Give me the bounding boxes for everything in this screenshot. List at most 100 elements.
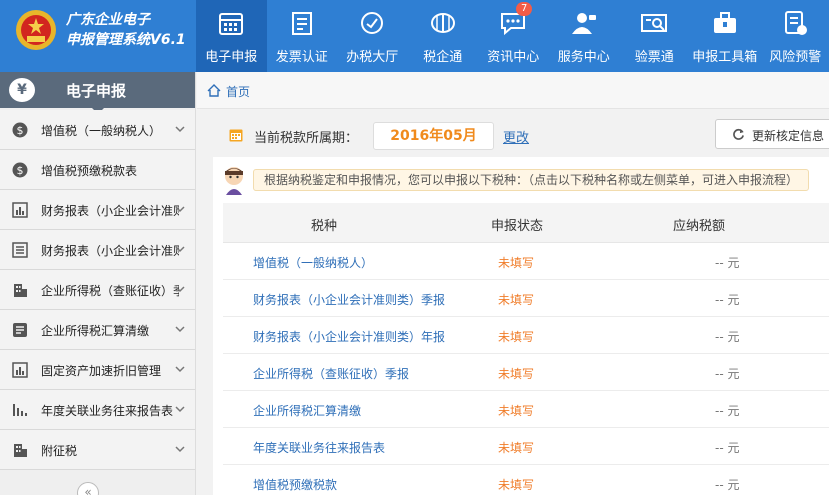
tax-period-bar: 当前税款所属期： 2016年05月 更改 更新核定信息 [197, 109, 829, 159]
calendar-icon [229, 129, 243, 142]
building-icon [14, 444, 27, 457]
nav-item-news-center[interactable]: 7 资讯中心 [478, 0, 549, 72]
table-row: 企业所得税汇算清缴 未填写 -- 元 [223, 391, 829, 428]
column-header-status: 申报状态 [491, 219, 544, 234]
table-row: 企业所得税（查账征收）季报 未填写 -- 元 [223, 354, 829, 391]
sidebar: ¥ 电子申报 $ 增值税（一般纳税人） $ 增值税预缴税款表 财务报表（小企业会… [0, 72, 196, 495]
bar-chart-icon [12, 362, 28, 378]
table-header: 税种 申报状态 应纳税额 [223, 203, 829, 243]
invoice-icon [291, 12, 312, 35]
tax-amount: -- 元 [715, 367, 740, 381]
sidebar-item-financial-annual[interactable]: 财务报表（小企业会计准则 [0, 230, 195, 270]
svg-text:$: $ [17, 164, 24, 177]
nav-label: 税企通 [423, 50, 463, 65]
column-header-tax-type: 税种 [311, 219, 338, 234]
sidebar-header: ¥ 电子申报 [0, 72, 195, 114]
warning-document-icon [785, 11, 808, 35]
news-badge: 7 [516, 2, 533, 16]
hall-icon [361, 12, 384, 34]
coin-stack-icon [430, 13, 455, 33]
chevron-down-icon [175, 286, 185, 293]
system-title: 广东企业电子 申报管理系统V6.1 [66, 10, 186, 50]
chevron-down-icon [175, 246, 185, 253]
sidebar-item-label: 财务报表（小企业会计准则 [41, 204, 179, 218]
sidebar-item-fixed-asset-depreciation[interactable]: 固定资产加速折旧管理 [0, 350, 195, 390]
tax-list-panel: 根据纳税鉴定和申报情况，您可以申报以下税种：（点击以下税种名称或左侧菜单，可进入… [213, 157, 829, 495]
sidebar-title: 电子申报 [66, 82, 127, 100]
tax-amount: -- 元 [715, 293, 740, 307]
nav-label: 验票通 [634, 50, 674, 65]
tax-amount: -- 元 [715, 441, 740, 455]
nav-item-risk-warning[interactable]: 风险预警 [760, 0, 829, 72]
nav-item-tax-enterprise[interactable]: 税企通 [408, 0, 479, 72]
nav-label: 电子申报 [205, 50, 258, 65]
sidebar-item-cit-quarterly[interactable]: 企业所得税（查账征收）季 [0, 270, 195, 310]
tax-name-link[interactable]: 财务报表（小企业会计准则类）年报 [253, 328, 445, 345]
table-row: 年度关联业务往来报告表 未填写 -- 元 [223, 428, 829, 465]
sidebar-item-label: 年度关联业务往来报告表 [41, 404, 174, 418]
toolbox-icon [713, 12, 736, 33]
sidebar-item-surtax[interactable]: 附征税 [0, 430, 195, 470]
instruction-tip: 根据纳税鉴定和申报情况，您可以申报以下税种：（点击以下税种名称或左侧菜单，可进入… [253, 169, 810, 191]
breadcrumb-home[interactable]: 首页 [226, 83, 250, 100]
tax-name-link[interactable]: 企业所得税（查账征收）季报 [253, 365, 409, 382]
tax-table: 税种 申报状态 应纳税额 增值税（一般纳税人） 未填写 -- 元 财务报表（小企… [223, 203, 829, 495]
sidebar-menu: $ 增值税（一般纳税人） $ 增值税预缴税款表 财务报表（小企业会计准则 财务报… [0, 108, 195, 470]
sidebar-item-label: 财务报表（小企业会计准则 [41, 244, 179, 258]
bar-chart-icon [12, 202, 28, 218]
nav-item-invoice-auth[interactable]: 发票认证 [267, 0, 338, 72]
tax-name-link[interactable]: 企业所得税汇算清缴 [253, 402, 361, 419]
refresh-icon [733, 128, 744, 140]
tax-name-link[interactable]: 年度关联业务往来报告表 [253, 439, 385, 456]
yen-icon: ¥ [9, 78, 35, 102]
system-title-line1: 广东企业电子 [66, 12, 150, 28]
building-icon [14, 284, 27, 297]
sidebar-item-label: 增值税（一般纳税人） [41, 124, 162, 138]
tax-name-link[interactable]: 增值税预缴税款 [253, 476, 337, 493]
nav-item-ticket-check[interactable]: 验票通 [619, 0, 690, 72]
nav-item-tax-hall[interactable]: 办税大厅 [337, 0, 408, 72]
sidebar-item-label: 企业所得税汇算清缴 [41, 324, 150, 338]
change-period-link[interactable]: 更改 [503, 127, 529, 146]
tax-name-link[interactable]: 财务报表（小企业会计准则类）季报 [253, 291, 445, 308]
breadcrumb: 首页 [197, 72, 829, 109]
national-emblem-logo [16, 10, 56, 50]
tax-period-label: 当前税款所属期： [254, 131, 359, 146]
chevron-down-icon [175, 366, 185, 373]
assistant-avatar-icon [225, 167, 243, 195]
chevron-down-icon [175, 406, 185, 413]
tax-amount: -- 元 [715, 478, 740, 492]
tax-amount: -- 元 [715, 256, 740, 270]
ticket-check-icon [641, 14, 668, 32]
nav-item-toolbox[interactable]: 申报工具箱 [690, 0, 761, 72]
nav-label: 发票认证 [275, 50, 328, 65]
dollar-circle-icon: $ [12, 122, 28, 138]
filing-status: 未填写 [498, 367, 535, 381]
chevron-down-icon [175, 446, 185, 453]
calendar-grid-icon [219, 13, 244, 35]
nav-label: 申报工具箱 [692, 50, 758, 65]
nav-item-service-center[interactable]: 服务中心 [549, 0, 620, 72]
nav-label: 资讯中心 [487, 50, 540, 65]
sidebar-item-cit-annual[interactable]: 企业所得税汇算清缴 [0, 310, 195, 350]
bar-chart-icon [13, 404, 27, 416]
sidebar-item-vat-prepay[interactable]: $ 增值税预缴税款表 [0, 150, 195, 190]
sidebar-item-vat-general[interactable]: $ 增值税（一般纳税人） [0, 110, 195, 150]
sidebar-collapse-button[interactable]: « [77, 482, 99, 495]
filing-status: 未填写 [498, 441, 535, 455]
home-icon[interactable] [207, 84, 221, 97]
sidebar-item-related-party-report[interactable]: 年度关联业务往来报告表 [0, 390, 195, 430]
tax-name-link[interactable]: 增值税（一般纳税人） [253, 254, 373, 271]
list-table-icon [12, 242, 28, 258]
nav-item-e-filing[interactable]: 电子申报 [196, 0, 267, 72]
table-row: 财务报表（小企业会计准则类）季报 未填写 -- 元 [223, 280, 829, 317]
chevron-down-icon [175, 126, 185, 133]
refresh-verification-button[interactable]: 更新核定信息 [715, 119, 829, 149]
system-title-line2: 申报管理系统V6.1 [66, 32, 186, 48]
table-row: 增值税（一般纳税人） 未填写 -- 元 [223, 243, 829, 280]
filing-status: 未填写 [498, 404, 535, 418]
sidebar-item-label: 企业所得税（查账征收）季 [41, 284, 179, 298]
sidebar-item-financial-quarterly[interactable]: 财务报表（小企业会计准则 [0, 190, 195, 230]
filing-status: 未填写 [498, 256, 535, 270]
table-row: 财务报表（小企业会计准则类）年报 未填写 -- 元 [223, 317, 829, 354]
